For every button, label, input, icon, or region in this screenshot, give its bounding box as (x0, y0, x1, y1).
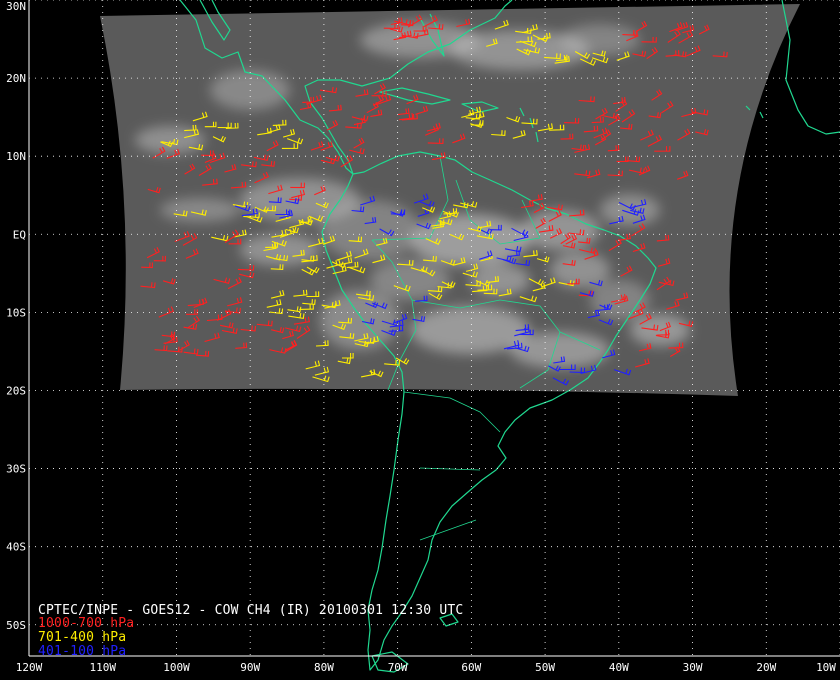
latitude-label: 10N (6, 150, 26, 163)
latitude-label: 30S (6, 463, 26, 476)
longitude-labels: 120W 110W 100W 90W 80W 70W 60W 50W 40W 30W 20W 10W (16, 661, 837, 674)
latitude-label: 50S (6, 619, 26, 632)
longitude-label: 90W (240, 661, 260, 674)
latitude-label: EQ (13, 228, 26, 241)
latitude-label: 20N (6, 72, 26, 85)
longitude-label: 80W (314, 661, 334, 674)
longitude-label: 10W (816, 661, 836, 674)
longitude-label: 20W (756, 661, 776, 674)
longitude-label: 50W (535, 661, 555, 674)
map-canvas: 30N 20N 10N EQ 10S 20S 30S 40S 50S 120W 110W 100W 9… (6, 0, 840, 674)
cloud-patch (160, 198, 240, 222)
longitude-label: 40W (609, 661, 629, 674)
longitude-label: 70W (388, 661, 408, 674)
legend-level-high: 401-100 hPa (38, 644, 127, 659)
legend-level-low: 1000-700 hPa (38, 616, 135, 631)
cloud-patch (600, 194, 660, 226)
satellite-image-swath (100, 4, 800, 396)
longitude-label: 60W (461, 661, 481, 674)
latitude-label: 10S (6, 306, 26, 319)
cloud-patch (370, 260, 450, 300)
latitude-label: 30N (6, 0, 26, 13)
legend-level-mid: 701-400 hPa (38, 630, 127, 645)
satellite-wind-map: 30N 20N 10N EQ 10S 20S 30S 40S 50S 120W 110W 100W 9… (0, 0, 840, 680)
latitude-label: 20S (6, 384, 26, 397)
latitude-labels: 30N 20N 10N EQ 10S 20S 30S 40S 50S (6, 0, 26, 632)
cloud-patch (320, 200, 420, 260)
latitude-label: 40S (6, 541, 26, 554)
longitude-label: 30W (683, 661, 703, 674)
longitude-label: 100W (163, 661, 190, 674)
longitude-label: 120W (16, 661, 43, 674)
cloud-patch (320, 290, 400, 350)
longitude-label: 110W (89, 661, 116, 674)
